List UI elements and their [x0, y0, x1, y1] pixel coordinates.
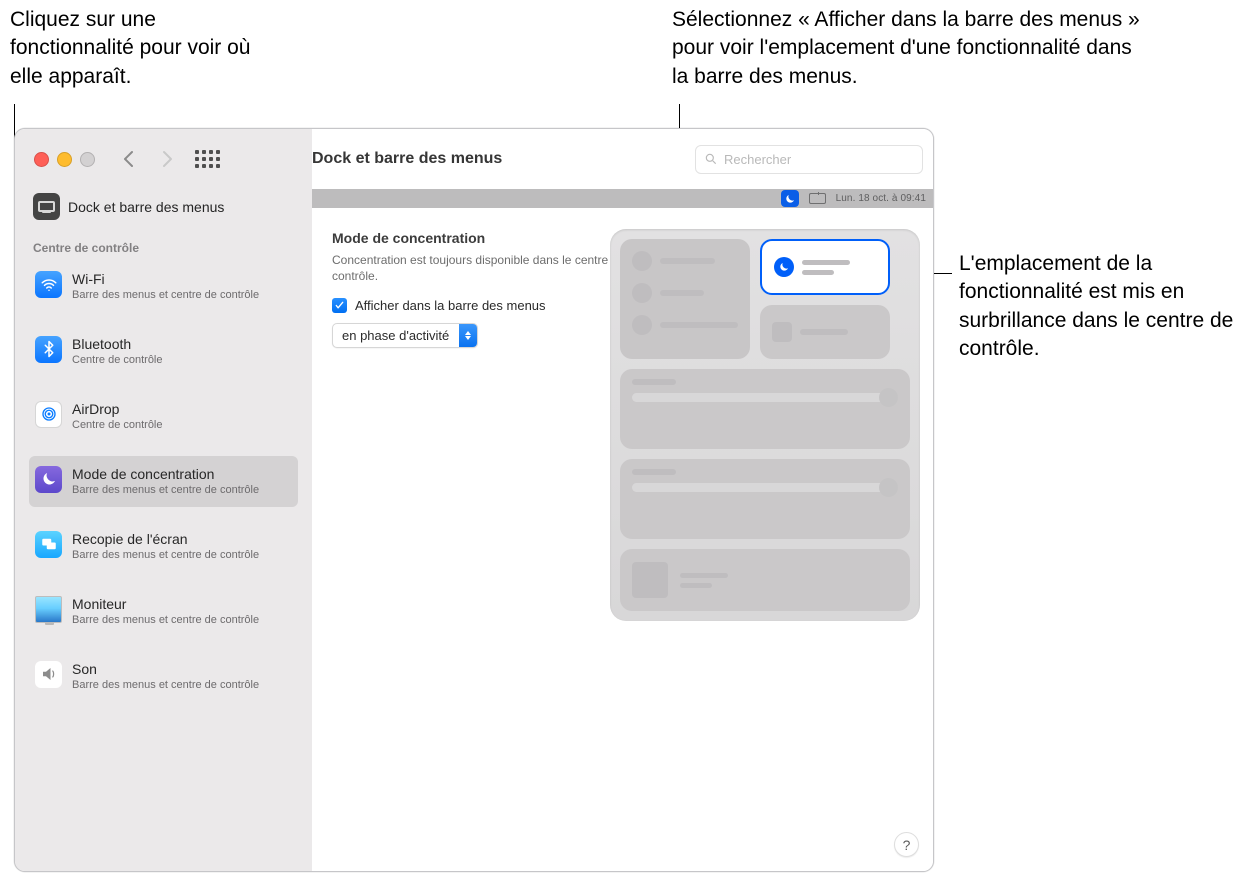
sidebar-item-focus[interactable]: Mode de concentration Barre des menus et… — [29, 456, 298, 507]
callout-top-left: Cliquez sur une fonctionnalité pour voir… — [10, 6, 270, 91]
display-icon — [35, 596, 62, 623]
menubar-cc-icon — [809, 193, 826, 204]
moon-icon — [774, 257, 794, 277]
sidebar-item-label: Wi-Fi — [72, 271, 259, 288]
menubar-datetime: Lun. 18 oct. à 09:41 — [836, 193, 926, 204]
main-toolbar: Dock et barre des menus Rechercher — [312, 129, 933, 189]
sidebar-item-sound[interactable]: Son Barre des menus et centre de contrôl… — [29, 651, 298, 702]
check-icon — [334, 300, 345, 311]
back-button[interactable] — [123, 150, 134, 168]
show-all-button[interactable] — [195, 150, 220, 168]
menubar-moon-icon — [781, 190, 799, 207]
when-select-value: en phase d'activité — [333, 328, 459, 343]
sidebar-item-label: Moniteur — [72, 596, 259, 613]
sidebar-item-screenmirror[interactable]: Recopie de l'écran Barre des menus et ce… — [29, 521, 298, 572]
menubar-preview: Lun. 18 oct. à 09:41 — [312, 189, 933, 208]
sidebar-section-header: Centre de contrôle — [29, 224, 298, 261]
sidebar-item-sub: Centre de contrôle — [72, 354, 163, 367]
detail-description: Concentration est toujours disponible da… — [332, 252, 642, 284]
callout-right: L'emplacement de la fonctionnalité est m… — [959, 250, 1239, 363]
sidebar-item-wifi[interactable]: Wi-Fi Barre des menus et centre de contr… — [29, 261, 298, 312]
show-in-menubar-row: Afficher dans la barre des menus — [332, 298, 642, 313]
sidebar-top-item[interactable]: Dock et barre des menus — [29, 189, 298, 224]
bluetooth-icon — [35, 336, 62, 363]
page-title: Dock et barre des menus — [312, 150, 502, 168]
sidebar-item-label: Son — [72, 661, 259, 678]
main-content: Dock et barre des menus Rechercher Lun. … — [312, 129, 933, 871]
screens-icon — [35, 531, 62, 558]
when-select[interactable]: en phase d'activité — [332, 323, 478, 348]
sidebar-item-sub: Centre de contrôle — [72, 419, 163, 432]
sidebar-item-sub: Barre des menus et centre de contrôle — [72, 289, 259, 302]
cc-card-media — [620, 549, 910, 611]
show-in-menubar-checkbox[interactable] — [332, 298, 347, 313]
sidebar-body: Dock et barre des menus Centre de contrô… — [15, 189, 312, 702]
cc-card-focus-highlight — [760, 239, 890, 295]
prefs-window: Dock et barre des menus Centre de contrô… — [14, 128, 934, 872]
dock-icon — [33, 193, 60, 220]
search-icon — [704, 152, 718, 166]
nav-buttons — [123, 150, 173, 168]
sidebar-item-display[interactable]: Moniteur Barre des menus et centre de co… — [29, 586, 298, 637]
close-button[interactable] — [34, 152, 49, 167]
sidebar: Dock et barre des menus Centre de contrô… — [15, 129, 312, 871]
sidebar-top-label: Dock et barre des menus — [68, 199, 224, 215]
callout-top-right: Sélectionnez « Afficher dans la barre de… — [672, 6, 1142, 91]
help-button[interactable]: ? — [894, 832, 919, 857]
sidebar-item-sub: Barre des menus et centre de contrôle — [72, 679, 259, 692]
moon-icon — [35, 466, 62, 493]
search-field[interactable]: Rechercher — [695, 145, 923, 174]
wifi-icon — [35, 271, 62, 298]
cc-card-brightness — [620, 369, 910, 449]
forward-button[interactable] — [162, 150, 173, 168]
sidebar-item-airdrop[interactable]: AirDrop Centre de contrôle — [29, 391, 298, 442]
show-in-menubar-label: Afficher dans la barre des menus — [355, 298, 546, 313]
sidebar-item-label: Mode de concentration — [72, 466, 259, 483]
cc-card-connectivity — [620, 239, 750, 359]
sidebar-item-label: Bluetooth — [72, 336, 163, 353]
cc-card-placeholder — [760, 305, 890, 359]
zoom-button[interactable] — [80, 152, 95, 167]
detail-title: Mode de concentration — [332, 230, 642, 246]
search-placeholder: Rechercher — [724, 152, 791, 167]
window-controls — [34, 152, 95, 167]
sidebar-item-sub: Barre des menus et centre de contrôle — [72, 484, 259, 497]
cc-card-volume — [620, 459, 910, 539]
sidebar-item-sub: Barre des menus et centre de contrôle — [72, 614, 259, 627]
sidebar-item-bluetooth[interactable]: Bluetooth Centre de contrôle — [29, 326, 298, 377]
speaker-icon — [35, 661, 62, 688]
chevron-updown-icon — [459, 324, 477, 347]
sidebar-item-label: Recopie de l'écran — [72, 531, 259, 548]
sidebar-item-label: AirDrop — [72, 401, 163, 418]
sidebar-item-sub: Barre des menus et centre de contrôle — [72, 549, 259, 562]
control-center-preview — [610, 229, 920, 621]
sidebar-toolbar — [15, 129, 312, 189]
airdrop-icon — [35, 401, 62, 428]
minimize-button[interactable] — [57, 152, 72, 167]
